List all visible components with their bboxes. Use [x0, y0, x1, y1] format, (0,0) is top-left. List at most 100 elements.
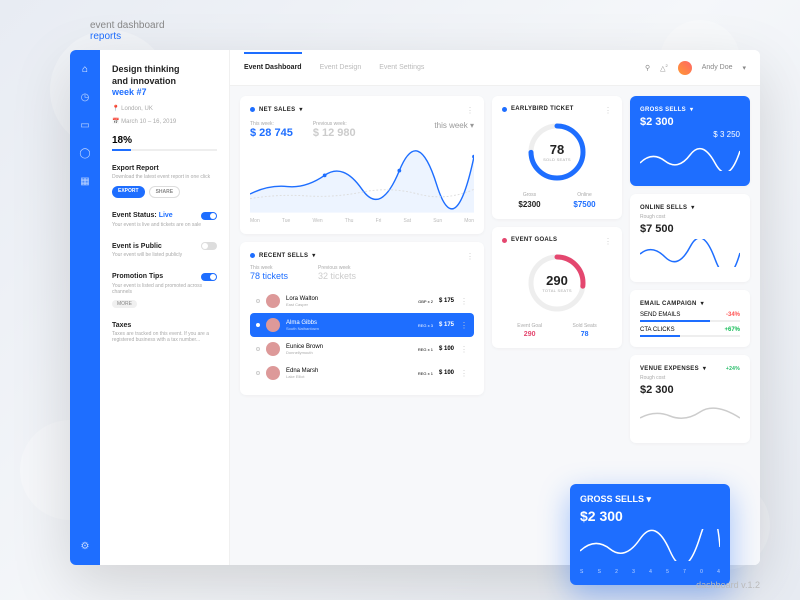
card-menu-icon[interactable]: ⋮ — [466, 252, 474, 261]
tab-design[interactable]: Event Design — [320, 52, 362, 83]
gross-value: $2300 — [518, 200, 540, 209]
event-location: 📍 London, UK — [112, 105, 217, 112]
calendar-icon[interactable]: ▦ — [78, 174, 92, 188]
gross-sub: $ 3 250 — [640, 130, 740, 139]
send-emails-value: -34% — [726, 312, 740, 318]
gross-label: Gross — [518, 192, 540, 198]
user-name[interactable]: Andy Doe — [702, 64, 733, 71]
cta-clicks-bar — [640, 335, 740, 337]
export-desc: Download the latest event report in one … — [112, 174, 217, 181]
this-week-value: $ 28 745 — [250, 127, 293, 139]
earlybird-label: SOLD SEATS — [543, 157, 571, 162]
status-value: Live — [159, 212, 173, 219]
recent-this-value: 78 tickets — [250, 271, 288, 281]
promo-toggle[interactable] — [201, 273, 217, 281]
clock-icon[interactable]: ◷ — [78, 90, 92, 104]
sold-seats-value: 78 — [573, 331, 597, 338]
recent-prev-value: 32 tickets — [318, 271, 356, 281]
net-sales-chart — [250, 145, 474, 215]
promo-title: Promotion Tips — [112, 273, 163, 280]
public-title: Event is Public — [112, 243, 162, 250]
goals-value: 290 — [546, 273, 568, 288]
overlay-value: $2 300 — [580, 508, 720, 524]
progress-bar — [112, 149, 217, 151]
earlybird-title: EARLYBIRD TICKET — [511, 106, 574, 112]
event-goals-card: ⋮ EVENT GOALS 290TOTAL SEATS Event Goal2… — [492, 227, 622, 348]
export-button[interactable]: EXPORT — [112, 186, 145, 198]
status-title: Event Status: — [112, 212, 157, 219]
overlay-days: SS2345704 — [580, 569, 720, 575]
card-menu-icon[interactable]: ⋮ — [604, 237, 612, 246]
user-icon[interactable]: ◯ — [78, 146, 92, 160]
sidebar: Design thinking and innovation week #7 📍… — [100, 50, 230, 565]
card-menu-icon[interactable]: ⋮ — [466, 106, 474, 115]
page-header-title: event dashboard — [90, 20, 165, 31]
public-desc: Your event will be listed publicly — [112, 252, 217, 259]
tab-dashboard[interactable]: Event Dashboard — [244, 52, 302, 83]
gross-value: $2 300 — [640, 116, 740, 128]
chart-days: MonTueWenThuFriSatSunMon — [250, 218, 474, 224]
recent-list: Lora WaltonEast Casper GBP x 2 $ 175 ⋮ A… — [250, 289, 474, 385]
home-icon[interactable]: ⌂ — [78, 62, 92, 76]
online-value: $7 500 — [640, 223, 740, 235]
taxes-title: Taxes — [112, 322, 217, 329]
page-header-subtitle: reports — [90, 31, 165, 42]
footer-version: dashboard v.1.2 — [696, 580, 760, 590]
overlay-title: GROSS SELLS — [580, 494, 644, 504]
net-sales-card: ⋮ NET SALES ▾ This week: $ 28 745 Previo… — [240, 96, 484, 234]
online-sells-card: ONLINE SELLS ▾ Rough cost $7 500 — [630, 194, 750, 282]
event-goal-label: Event Goal — [517, 323, 542, 329]
net-sales-title: NET SALES — [259, 107, 295, 113]
gross-sells-card: GROSS SELLS ▾ $2 300 $ 3 250 — [630, 96, 750, 186]
list-item[interactable]: Edna MarshLake Elliot REG x 1 $ 100 ⋮ — [250, 361, 474, 385]
venue-expenses-card: VENUE EXPENSES ▾ +24% Rough cost $2 300 — [630, 355, 750, 443]
search-icon[interactable]: ⚲ — [645, 64, 650, 72]
public-toggle[interactable] — [201, 242, 217, 250]
event-title: Design thinking and innovation week #7 — [112, 64, 217, 99]
sold-seats-label: Sold Seats — [573, 323, 597, 329]
taxes-desc: Taxes are tracked on this event. If you … — [112, 331, 217, 344]
progress-percent: 18% — [112, 135, 217, 146]
chevron-down-icon[interactable]: ▾ — [742, 64, 746, 72]
venue-value: $2 300 — [640, 384, 740, 396]
list-item[interactable]: Lora WaltonEast Casper GBP x 2 $ 175 ⋮ — [250, 289, 474, 313]
recent-sells-card: ⋮ RECENT SELLS ▾ This week 78 tickets Pr… — [240, 242, 484, 395]
event-dates: 📅 March 10 – 16, 2019 — [112, 118, 217, 125]
avatar[interactable] — [678, 61, 692, 75]
status-desc: Your event is live and tickets are on sa… — [112, 222, 217, 229]
goals-label: TOTAL SEATS — [542, 288, 572, 293]
cta-clicks-label: CTA CLICKS — [640, 327, 675, 333]
nav-rail: ⌂ ◷ ▭ ◯ ▦ ⚙ — [70, 50, 100, 565]
online-value: $7500 — [573, 200, 595, 209]
send-emails-bar — [640, 320, 740, 322]
recent-title: RECENT SELLS — [259, 253, 308, 259]
ticket-icon[interactable]: ▭ — [78, 118, 92, 132]
more-button[interactable]: MORE — [112, 300, 137, 308]
venue-title: VENUE EXPENSES — [640, 366, 699, 372]
notification-icon[interactable]: △2 — [660, 63, 668, 72]
week-label: this week ▾ — [434, 121, 474, 139]
tab-settings[interactable]: Event Settings — [379, 52, 424, 83]
topbar: Event Dashboard Event Design Event Setti… — [230, 50, 760, 86]
status-toggle[interactable] — [201, 212, 217, 220]
list-item[interactable]: Alma GibbsSouth Nathantown REG x 3 $ 175… — [250, 313, 474, 337]
goals-title: EVENT GOALS — [511, 237, 557, 243]
cta-clicks-value: +67% — [724, 327, 740, 333]
event-goal-value: 290 — [517, 331, 542, 338]
gross-title: GROSS SELLS — [640, 107, 686, 113]
overlay-gross-card: GROSS SELLS ▾ $2 300 SS2345704 — [570, 484, 730, 585]
venue-label: Rough cost — [640, 375, 740, 381]
promo-desc: Your event is listed and promoted across… — [112, 283, 217, 296]
email-campaign-card: EMAIL CAMPAIGN ▾ SEND EMAILS-34% CTA CLI… — [630, 290, 750, 347]
settings-icon[interactable]: ⚙ — [78, 539, 92, 553]
online-title: ONLINE SELLS — [640, 205, 687, 211]
export-title: Export Report — [112, 165, 217, 172]
card-menu-icon[interactable]: ⋮ — [604, 106, 612, 115]
list-item[interactable]: Eunice BrownDonnellymouth REG x 1 $ 100 … — [250, 337, 474, 361]
share-button[interactable]: SHARE — [149, 186, 181, 198]
venue-pct: +24% — [726, 366, 740, 372]
online-label: Online — [573, 192, 595, 198]
online-label: Rough cost — [640, 214, 740, 220]
send-emails-label: SEND EMAILS — [640, 312, 680, 318]
earlybird-card: ⋮ EARLYBIRD TICKET 78SOLD SEATS Gross$23… — [492, 96, 622, 219]
